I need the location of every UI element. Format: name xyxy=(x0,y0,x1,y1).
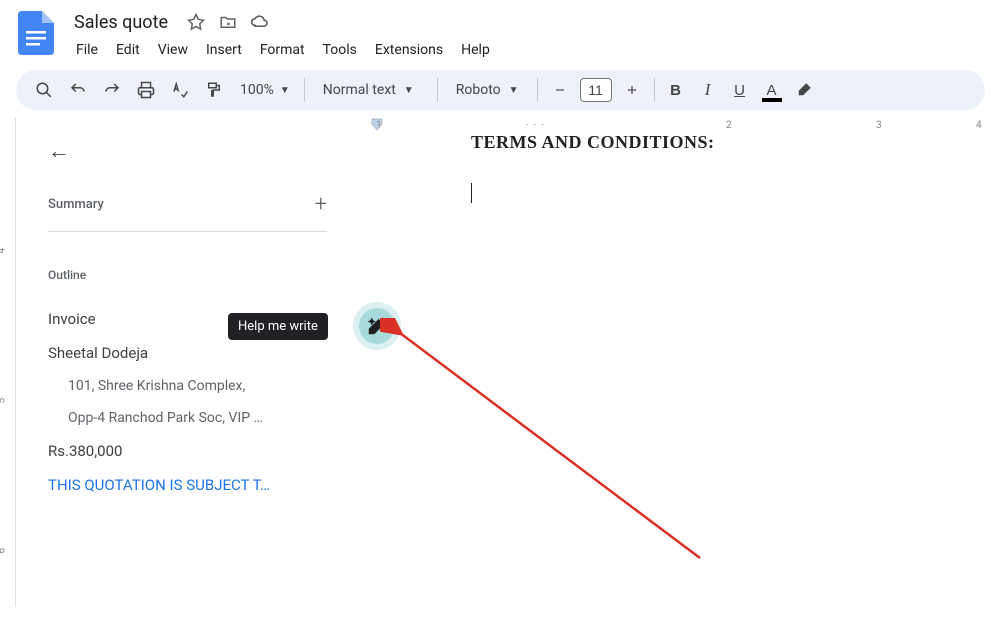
font-size-input[interactable] xyxy=(580,78,612,102)
style-value: Normal text xyxy=(323,82,396,98)
redo-icon[interactable] xyxy=(96,74,128,106)
separator xyxy=(437,78,438,102)
font-value: Roboto xyxy=(456,82,501,98)
menu-bar: File Edit View Insert Format Tools Exten… xyxy=(68,38,985,62)
menu-file[interactable]: File xyxy=(68,38,106,62)
separator xyxy=(304,78,305,102)
document-title[interactable]: Sales quote xyxy=(68,10,174,35)
ruler-mark: 5 xyxy=(0,398,8,404)
search-icon[interactable] xyxy=(28,74,60,106)
undo-icon[interactable] xyxy=(62,74,94,106)
outline-label: Outline xyxy=(48,268,327,282)
outline-item[interactable]: Sheetal Dodeja xyxy=(48,336,327,370)
zoom-value: 100% xyxy=(240,82,274,98)
paint-format-icon[interactable] xyxy=(198,74,230,106)
outline-panel: ← Summary + Outline Invoice Sheetal Dode… xyxy=(16,118,351,607)
separator xyxy=(654,78,655,102)
ruler-mark: 3 xyxy=(876,120,882,131)
outline-item-current[interactable]: THIS QUOTATION IS SUBJECT T… xyxy=(48,468,327,502)
underline-button[interactable]: U xyxy=(725,75,755,105)
menu-extensions[interactable]: Extensions xyxy=(367,38,451,62)
ruler-mark: 4 xyxy=(0,248,8,254)
zoom-select[interactable]: 100% ▼ xyxy=(232,82,298,98)
ruler-mark: 2 xyxy=(726,120,732,131)
pencil-sparkle-icon xyxy=(368,317,386,335)
help-write-tooltip: Help me write xyxy=(228,313,328,340)
ruler-mark: 6 xyxy=(0,548,8,554)
spellcheck-icon[interactable] xyxy=(164,74,196,106)
divider xyxy=(48,231,327,232)
text-color-button[interactable]: A xyxy=(757,75,787,105)
separator xyxy=(537,78,538,102)
outline-item[interactable]: Opp-4 Ranchod Park Soc, VIP … xyxy=(48,402,327,434)
document-page[interactable]: TERMS AND CONDITIONS: xyxy=(351,132,1001,203)
font-select[interactable]: Roboto ▼ xyxy=(444,82,531,98)
menu-tools[interactable]: Tools xyxy=(315,38,365,62)
italic-button[interactable]: I xyxy=(693,75,723,105)
bold-button[interactable]: B xyxy=(661,75,691,105)
outline-item[interactable]: 101, Shree Krishna Complex, xyxy=(48,370,327,402)
move-icon[interactable] xyxy=(218,12,238,32)
cloud-icon[interactable] xyxy=(250,12,270,32)
outline-item[interactable]: Rs.380,000 xyxy=(48,434,327,468)
ruler-mark: 1 xyxy=(376,120,382,131)
menu-help[interactable]: Help xyxy=(453,38,498,62)
paragraph-style-select[interactable]: Normal text ▼ xyxy=(311,82,431,98)
increase-font-icon[interactable] xyxy=(616,74,648,106)
chevron-down-icon: ▼ xyxy=(509,85,519,96)
vertical-ruler: 4 5 6 xyxy=(0,118,16,607)
menu-insert[interactable]: Insert xyxy=(198,38,250,62)
decrease-font-icon[interactable] xyxy=(544,74,576,106)
menu-view[interactable]: View xyxy=(150,38,196,62)
document-heading: TERMS AND CONDITIONS: xyxy=(471,132,881,153)
toolbar: 100% ▼ Normal text ▼ Roboto ▼ B I U A xyxy=(16,70,985,110)
ruler-mark: · · · xyxy=(526,120,544,131)
back-arrow-icon[interactable]: ← xyxy=(48,138,70,164)
menu-edit[interactable]: Edit xyxy=(108,38,148,62)
print-icon[interactable] xyxy=(130,74,162,106)
summary-label: Summary xyxy=(48,197,104,212)
docs-logo[interactable] xyxy=(16,8,56,58)
star-icon[interactable] xyxy=(186,12,206,32)
highlight-button[interactable] xyxy=(789,75,819,105)
ruler-mark: 4 xyxy=(976,120,982,131)
chevron-down-icon: ▼ xyxy=(404,85,414,96)
add-summary-icon[interactable]: + xyxy=(315,192,327,217)
text-cursor xyxy=(471,183,472,203)
menu-format[interactable]: Format xyxy=(252,38,313,62)
help-me-write-button[interactable] xyxy=(359,308,395,344)
chevron-down-icon: ▼ xyxy=(280,85,290,96)
